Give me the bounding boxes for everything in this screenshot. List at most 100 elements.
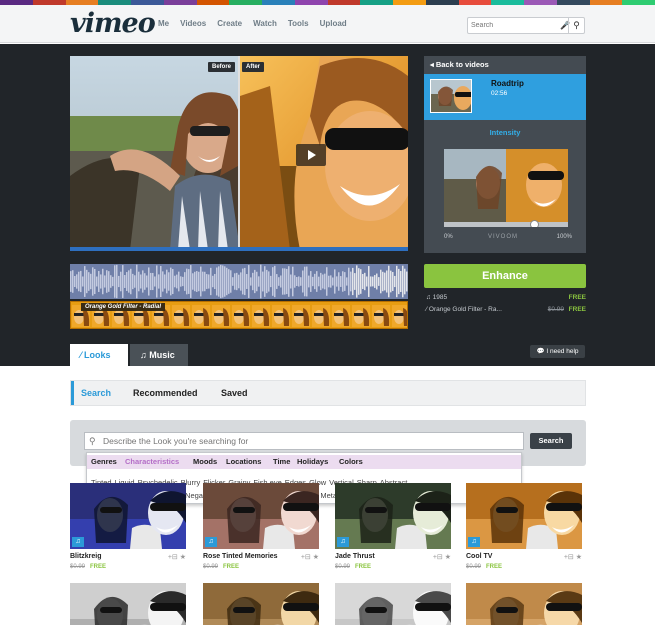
waveform-bar bbox=[396, 265, 398, 298]
clip-duration: 02:56 bbox=[491, 90, 508, 97]
need-help-button[interactable]: 💬 I need help bbox=[530, 345, 585, 358]
waveform-bar bbox=[242, 268, 244, 295]
intensity-preview bbox=[444, 149, 568, 227]
filmstrip-frame bbox=[372, 305, 390, 327]
nav-tools[interactable]: Tools bbox=[288, 19, 309, 28]
look-thumbnail[interactable] bbox=[335, 583, 451, 625]
audio-waveform[interactable] bbox=[70, 264, 408, 299]
enhance-button[interactable]: Enhance bbox=[424, 264, 586, 288]
waveform-bar bbox=[262, 271, 264, 292]
purchase-row: ♫ 1985 FREE bbox=[426, 294, 586, 304]
look-old-price: $0.99 bbox=[335, 564, 351, 570]
vimeo-logo[interactable]: vimeo bbox=[70, 8, 156, 39]
filter-timeline[interactable]: Orange Gold Filter - Radial bbox=[70, 301, 408, 329]
subtab-search[interactable]: Search bbox=[81, 388, 111, 398]
music-note-icon: ♫ bbox=[205, 537, 217, 547]
intensity-label: Intensity bbox=[489, 128, 521, 137]
wand-icon: ⁄ bbox=[426, 306, 428, 313]
nav-videos[interactable]: Videos bbox=[180, 19, 206, 28]
filmstrip-frame bbox=[332, 305, 350, 327]
intensity-slider-handle[interactable] bbox=[530, 220, 539, 227]
waveform-bar bbox=[162, 271, 164, 292]
search-icon[interactable]: ⚲ bbox=[568, 18, 584, 33]
waveform-bar bbox=[316, 271, 318, 292]
filmstrip-frame bbox=[192, 305, 210, 327]
purchase-item-price: FREE bbox=[568, 294, 586, 301]
looks-search-input[interactable] bbox=[103, 435, 513, 447]
waveform-bar bbox=[148, 267, 150, 296]
intensity-max-label: 100% bbox=[556, 234, 572, 240]
waveform-bar bbox=[400, 271, 402, 292]
site-search-input[interactable] bbox=[471, 20, 557, 31]
waveform-bar bbox=[350, 271, 352, 292]
look-thumbnail[interactable] bbox=[203, 483, 319, 549]
waveform-bar bbox=[264, 266, 266, 297]
microphone-icon[interactable]: 🎤 bbox=[560, 21, 570, 31]
look-thumbnail[interactable] bbox=[466, 583, 582, 625]
look-controls[interactable]: +⊟ ★ bbox=[564, 553, 582, 561]
waveform-bar bbox=[300, 277, 302, 286]
video-frame bbox=[70, 56, 408, 250]
intensity-slider[interactable] bbox=[444, 222, 568, 227]
waveform-bar bbox=[146, 275, 148, 288]
category-colors[interactable]: Colors bbox=[339, 457, 363, 466]
subtab-recommended[interactable]: Recommended bbox=[133, 388, 198, 398]
waveform-bar bbox=[116, 264, 118, 299]
video-player[interactable]: Before After bbox=[70, 56, 408, 250]
music-note-icon: ♫ bbox=[337, 537, 349, 547]
waveform-bar bbox=[226, 267, 228, 296]
waveform-bar bbox=[152, 272, 154, 291]
waveform-bar bbox=[154, 276, 156, 287]
waveform-bar bbox=[312, 276, 314, 287]
waveform-bar bbox=[134, 275, 136, 288]
look-thumbnail[interactable] bbox=[335, 483, 451, 549]
subtab-saved[interactable]: Saved bbox=[221, 388, 248, 398]
waveform-bar bbox=[168, 272, 170, 291]
look-thumbnail[interactable] bbox=[203, 583, 319, 625]
waveform-bar bbox=[100, 274, 102, 289]
waveform-bar bbox=[144, 273, 146, 290]
waveform-bar bbox=[164, 274, 166, 289]
tab-music[interactable]: ♫ Music bbox=[130, 344, 188, 366]
waveform-bar bbox=[380, 269, 382, 294]
waveform-bar bbox=[322, 274, 324, 289]
look-thumbnail[interactable] bbox=[70, 583, 186, 625]
back-to-videos-link[interactable]: ◂ Back to videos bbox=[430, 60, 489, 69]
category-characteristics[interactable]: Characteristics bbox=[125, 457, 179, 466]
purchase-item-old-price: $0.99 bbox=[547, 306, 564, 313]
look-controls[interactable]: +⊟ ★ bbox=[433, 553, 451, 561]
filmstrip-frame bbox=[272, 305, 290, 327]
category-holidays[interactable]: Holidays bbox=[297, 457, 328, 466]
category-locations[interactable]: Locations bbox=[226, 457, 261, 466]
waveform-bar bbox=[182, 276, 184, 287]
tab-looks[interactable]: ⁄ Looks bbox=[70, 344, 128, 366]
waveform-bar bbox=[94, 268, 96, 295]
category-moods[interactable]: Moods bbox=[193, 457, 217, 466]
intensity-preview-image bbox=[444, 149, 568, 222]
nav-me[interactable]: Me bbox=[158, 19, 169, 28]
video-progress-bar[interactable] bbox=[70, 247, 408, 251]
nav-watch[interactable]: Watch bbox=[253, 19, 277, 28]
look-controls[interactable]: +⊟ ★ bbox=[168, 553, 186, 561]
waveform-bar bbox=[160, 266, 162, 297]
nav-upload[interactable]: Upload bbox=[320, 19, 347, 28]
waveform-bar bbox=[272, 267, 274, 296]
waveform-bar bbox=[138, 271, 140, 292]
looks-search-button[interactable]: Search bbox=[530, 433, 572, 449]
page: vimeo Me Videos Create Watch Tools Uploa… bbox=[0, 0, 655, 625]
category-time[interactable]: Time bbox=[273, 457, 290, 466]
filmstrip-frame bbox=[172, 305, 190, 327]
play-button[interactable] bbox=[296, 144, 326, 166]
nav-create[interactable]: Create bbox=[217, 19, 242, 28]
selected-clip[interactable]: Roadtrip 02:56 bbox=[424, 74, 586, 120]
waveform-bar bbox=[344, 272, 346, 291]
look-thumbnail[interactable] bbox=[466, 483, 582, 549]
look-controls[interactable]: +⊟ ★ bbox=[301, 553, 319, 561]
waveform-bar bbox=[388, 265, 390, 298]
waveform-bar bbox=[216, 267, 218, 296]
clip-thumbnail bbox=[430, 79, 472, 113]
waveform-bar bbox=[302, 270, 304, 293]
waveform-bar bbox=[360, 269, 362, 294]
category-genres[interactable]: Genres bbox=[91, 457, 117, 466]
look-thumbnail[interactable] bbox=[70, 483, 186, 549]
